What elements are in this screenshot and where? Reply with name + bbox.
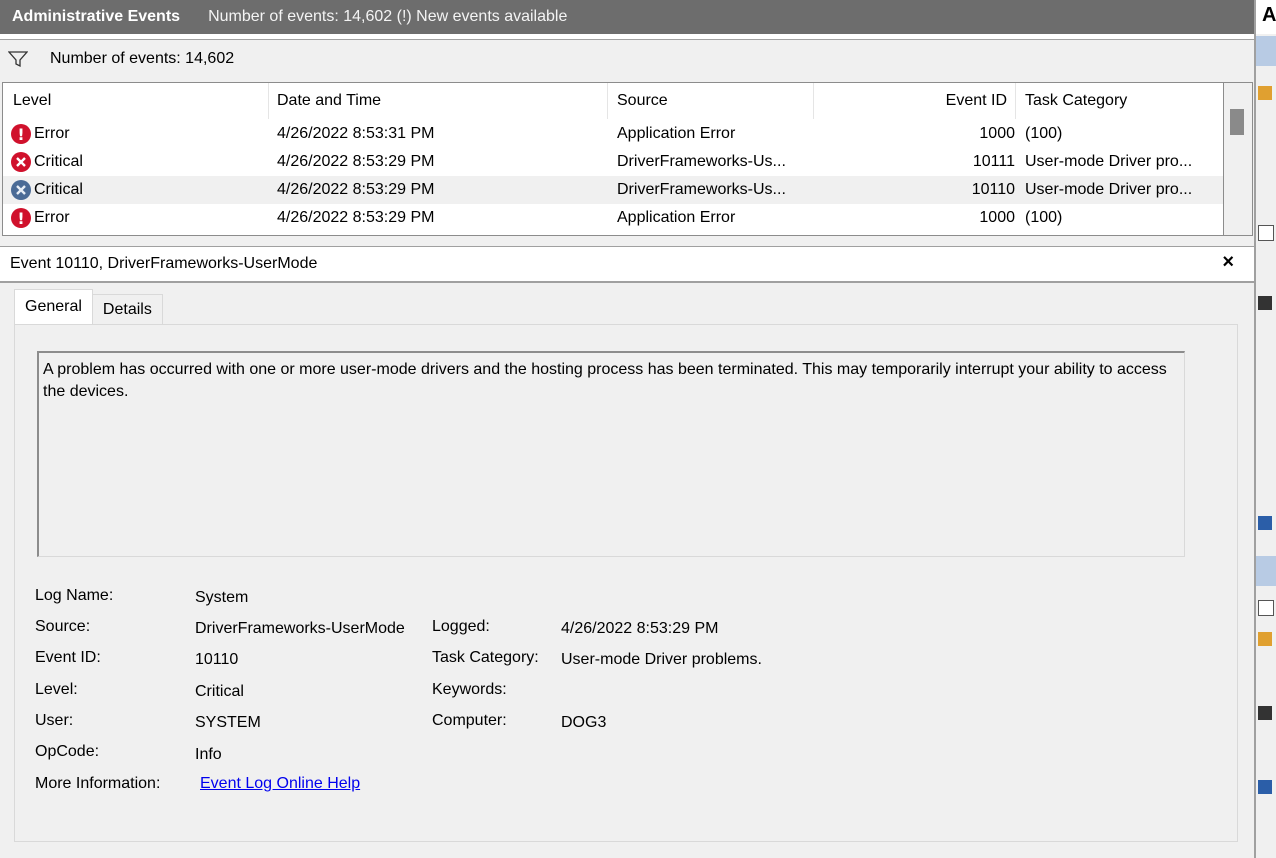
column-header-source[interactable]: Source — [607, 83, 814, 119]
event-description[interactable]: A problem has occurred with one or more … — [37, 351, 1185, 557]
value-opcode: Info — [195, 746, 222, 763]
row-date: 4/26/2022 8:53:31 PM — [277, 125, 435, 142]
row-source: Application Error — [617, 209, 736, 226]
error-icon: ! — [11, 124, 31, 144]
events-table: Level Date and Time Source Event ID Task… — [2, 82, 1224, 236]
action-icon[interactable] — [1258, 225, 1274, 241]
view-title-bar: Administrative Events Number of events: … — [0, 0, 1254, 34]
error-icon: ! — [11, 208, 31, 228]
general-tab-panel: A problem has occurred with one or more … — [14, 324, 1238, 842]
table-row-selected[interactable]: Critical 4/26/2022 8:53:29 PM DriverFram… — [3, 176, 1223, 204]
value-computer: DOG3 — [561, 714, 607, 731]
detail-tabs: General Details — [14, 289, 163, 324]
table-row[interactable]: Critical 4/26/2022 8:53:29 PM DriverFram… — [3, 148, 1223, 176]
label-event-id: Event ID: — [35, 649, 101, 666]
actions-pane-header: A — [1256, 0, 1276, 34]
scrollbar-thumb[interactable] — [1230, 109, 1244, 135]
row-date: 4/26/2022 8:53:29 PM — [277, 153, 435, 170]
label-source: Source: — [35, 618, 91, 635]
view-status: Number of events: 14,602 (!) New events … — [208, 8, 568, 25]
label-log-name: Log Name: — [35, 587, 114, 604]
label-logged: Logged: — [432, 618, 490, 635]
row-level: Critical — [34, 153, 83, 170]
filter-icon[interactable] — [8, 50, 28, 68]
action-icon[interactable] — [1258, 600, 1274, 616]
actions-section-header[interactable] — [1256, 36, 1276, 66]
actions-pane: A — [1254, 0, 1276, 858]
tab-general[interactable]: General — [14, 289, 93, 324]
value-source: DriverFrameworks-UserMode — [195, 620, 405, 637]
label-keywords: Keywords: — [432, 681, 507, 698]
action-icon[interactable] — [1258, 86, 1272, 100]
column-header-date[interactable]: Date and Time — [268, 83, 608, 119]
row-date: 4/26/2022 8:53:29 PM — [277, 209, 435, 226]
actions-pane-title: A — [1262, 4, 1276, 26]
value-task-category: User-mode Driver problems. — [561, 651, 762, 668]
row-source: DriverFrameworks-Us... — [617, 181, 786, 198]
row-task: User-mode Driver pro... — [1025, 181, 1193, 198]
table-row[interactable]: ! Error 4/26/2022 8:53:31 PM Application … — [3, 120, 1223, 148]
event-log-online-help-link[interactable]: Event Log Online Help — [200, 775, 360, 793]
label-opcode: OpCode: — [35, 743, 100, 760]
table-header: Level Date and Time Source Event ID Task… — [3, 83, 1223, 120]
row-source: DriverFrameworks-Us... — [617, 153, 786, 170]
column-header-task-category[interactable]: Task Category — [1016, 83, 1221, 119]
value-user: SYSTEM — [195, 714, 261, 731]
filter-bar: Number of events: 14,602 — [0, 40, 1254, 78]
action-icon[interactable] — [1258, 780, 1272, 794]
label-computer: Computer: — [432, 712, 507, 729]
value-logged: 4/26/2022 8:53:29 PM — [561, 620, 719, 637]
label-more-information: More Information: — [35, 775, 161, 792]
label-user: User: — [35, 712, 74, 729]
event-actions-section-header[interactable] — [1256, 556, 1276, 586]
row-event-id: 1000 — [979, 209, 1015, 226]
tab-details[interactable]: Details — [92, 294, 163, 324]
table-scrollbar[interactable] — [1224, 82, 1253, 236]
critical-icon — [11, 180, 31, 200]
row-task: User-mode Driver pro... — [1025, 153, 1193, 170]
label-task-category: Task Category: — [432, 649, 539, 666]
filter-count: Number of events: 14,602 — [50, 50, 235, 67]
row-task: (100) — [1025, 125, 1063, 142]
action-icon[interactable] — [1258, 296, 1272, 310]
row-source: Application Error — [617, 125, 736, 142]
action-icon[interactable] — [1258, 632, 1272, 646]
row-task: (100) — [1025, 209, 1063, 226]
action-icon[interactable] — [1258, 706, 1272, 720]
column-header-event-id[interactable]: Event ID — [813, 83, 1016, 119]
label-level: Level: — [35, 681, 78, 698]
column-header-level[interactable]: Level — [3, 83, 269, 119]
row-level: Error — [34, 125, 70, 142]
table-row[interactable]: ! Error 4/26/2022 8:53:29 PM Application … — [3, 204, 1223, 232]
close-icon[interactable]: × — [1222, 251, 1234, 274]
row-event-id: 10110 — [971, 181, 1015, 198]
row-level: Critical — [34, 181, 83, 198]
splitter[interactable] — [0, 236, 1254, 246]
row-event-id: 1000 — [979, 125, 1015, 142]
event-viewer-main: Administrative Events Number of events: … — [0, 0, 1254, 858]
row-level: Error — [34, 209, 70, 226]
critical-icon — [11, 152, 31, 172]
detail-title: Event 10110, DriverFrameworks-UserMode — [10, 255, 318, 272]
view-title: Administrative Events — [12, 8, 181, 25]
action-icon[interactable] — [1258, 516, 1272, 530]
value-event-id: 10110 — [195, 651, 239, 668]
detail-header: Event 10110, DriverFrameworks-UserMode × — [0, 246, 1254, 283]
value-log-name: System — [195, 589, 249, 606]
row-event-id: 10111 — [972, 153, 1015, 170]
value-level: Critical — [195, 683, 244, 700]
row-date: 4/26/2022 8:53:29 PM — [277, 181, 435, 198]
